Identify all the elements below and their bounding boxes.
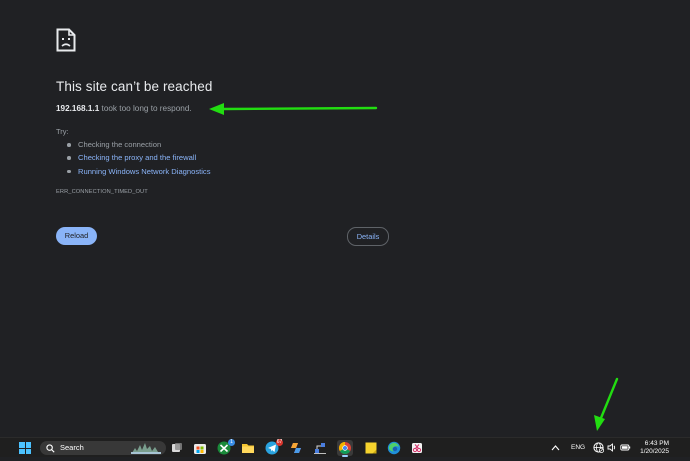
network-disconnected-icon[interactable]: [593, 442, 604, 453]
annotation-overlay: [209, 103, 619, 431]
try-label: Try:: [56, 127, 69, 136]
error-description: 192.168.1.1 took too long to respond.: [56, 104, 192, 113]
taskbar-search-box[interactable]: Search: [40, 441, 166, 455]
search-highlight-icon: [131, 443, 161, 454]
xbox-badge: 1: [228, 439, 235, 446]
xbox-icon[interactable]: 1: [217, 439, 235, 455]
suggestion-check-connection: Checking the connection: [67, 139, 211, 152]
language-indicator[interactable]: ENG: [571, 444, 585, 451]
suggestion-network-diagnostics[interactable]: Running Windows Network Diagnostics: [67, 166, 211, 179]
taskbar: Search 1 67 ENG 6:43 PM 1/20/2025: [0, 437, 690, 457]
arrow-to-host-text: [209, 103, 378, 115]
telegram-icon[interactable]: 67: [265, 439, 283, 455]
chevron-up-icon[interactable]: [551, 444, 560, 452]
taskbar-clock[interactable]: 6:43 PM 1/20/2025: [640, 440, 669, 456]
telegram-badge: 67: [276, 439, 283, 446]
microsoft-store-icon[interactable]: [193, 441, 207, 455]
host-text: 192.168.1.1: [56, 104, 100, 113]
battery-icon[interactable]: [620, 443, 631, 452]
network-app-icon[interactable]: [313, 441, 327, 455]
error-code: ERR_CONNECTION_TIMED_OUT: [56, 189, 148, 195]
suggestions-list: Checking the connection Checking the pro…: [67, 139, 211, 179]
file-explorer-icon[interactable]: [241, 441, 255, 455]
details-button[interactable]: Details: [347, 227, 389, 246]
suggestion-check-proxy-firewall[interactable]: Checking the proxy and the firewall: [67, 152, 211, 165]
volume-icon[interactable]: [607, 443, 617, 452]
search-label: Search: [60, 443, 84, 452]
sad-page-icon: [56, 28, 76, 52]
arrow-to-network-tray-icon: [594, 377, 619, 431]
search-icon: [46, 444, 55, 453]
start-button[interactable]: [19, 442, 31, 454]
snipping-tool-icon[interactable]: [410, 441, 424, 455]
page-title: This site can’t be reached: [56, 79, 213, 94]
clock-time: 6:43 PM: [644, 440, 669, 447]
edge-icon[interactable]: [387, 441, 401, 455]
task-view-icon[interactable]: [170, 441, 184, 455]
sticky-notes-icon[interactable]: [364, 441, 378, 455]
copilot-icon[interactable]: [289, 441, 303, 455]
description-text: took too long to respond.: [99, 104, 192, 113]
reload-button[interactable]: Reload: [56, 227, 97, 245]
chrome-active-indicator: [342, 455, 348, 457]
clock-date: 1/20/2025: [640, 448, 669, 455]
chrome-icon[interactable]: [337, 440, 353, 456]
